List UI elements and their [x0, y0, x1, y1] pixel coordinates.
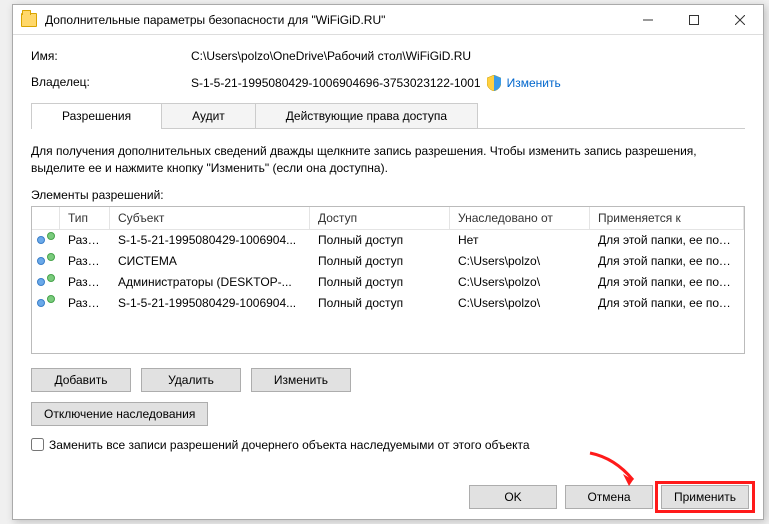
permissions-grid[interactable]: Тип Субъект Доступ Унаследовано от Приме…	[31, 206, 745, 354]
description-text: Для получения дополнительных сведений дв…	[31, 143, 745, 178]
tab-effective-access[interactable]: Действующие права доступа	[255, 103, 478, 128]
shield-icon	[487, 75, 501, 91]
close-button[interactable]	[717, 5, 763, 35]
dialog-footer: OK Отмена Применить	[469, 485, 749, 509]
tabs: Разрешения Аудит Действующие права досту…	[31, 103, 745, 129]
titlebar: Дополнительные параметры безопасности дл…	[13, 5, 763, 35]
apply-button[interactable]: Применить	[661, 485, 749, 509]
minimize-button[interactable]	[625, 5, 671, 35]
users-icon	[37, 295, 55, 311]
add-button[interactable]: Добавить	[31, 368, 131, 392]
name-value: C:\Users\polzo\OneDrive\Рабочий стол\WiF…	[191, 49, 745, 63]
tab-audit[interactable]: Аудит	[161, 103, 256, 128]
users-icon	[37, 253, 55, 269]
users-icon	[37, 274, 55, 290]
col-applies[interactable]: Применяется к	[590, 207, 744, 229]
col-subject[interactable]: Субъект	[110, 207, 310, 229]
col-icon	[32, 207, 60, 229]
disable-inheritance-button[interactable]: Отключение наследования	[31, 402, 208, 426]
tab-permissions[interactable]: Разрешения	[31, 103, 162, 128]
change-owner-link[interactable]: Изменить	[507, 76, 561, 90]
edit-button[interactable]: Изменить	[251, 368, 351, 392]
ok-button[interactable]: OK	[469, 485, 557, 509]
table-row[interactable]: Разр... S-1-5-21-1995080429-1006904... П…	[32, 293, 744, 314]
name-label: Имя:	[31, 49, 191, 63]
cancel-button[interactable]: Отмена	[565, 485, 653, 509]
col-type[interactable]: Тип	[60, 207, 110, 229]
grid-body: Разр... S-1-5-21-1995080429-1006904... П…	[32, 230, 744, 314]
table-row[interactable]: Разр... S-1-5-21-1995080429-1006904... П…	[32, 230, 744, 251]
list-label: Элементы разрешений:	[31, 188, 745, 202]
folder-icon	[21, 13, 37, 27]
col-inherited[interactable]: Унаследовано от	[450, 207, 590, 229]
grid-header: Тип Субъект Доступ Унаследовано от Приме…	[32, 207, 744, 230]
replace-child-label: Заменить все записи разрешений дочернего…	[49, 438, 530, 452]
content-area: Имя: C:\Users\polzo\OneDrive\Рабочий сто…	[13, 35, 763, 462]
window-title: Дополнительные параметры безопасности дл…	[37, 13, 625, 27]
table-row[interactable]: Разр... СИСТЕМА Полный доступ C:\Users\p…	[32, 251, 744, 272]
col-access[interactable]: Доступ	[310, 207, 450, 229]
remove-button[interactable]: Удалить	[141, 368, 241, 392]
table-row[interactable]: Разр... Администраторы (DESKTOP-... Полн…	[32, 272, 744, 293]
replace-child-checkbox[interactable]	[31, 438, 44, 451]
security-dialog: Дополнительные параметры безопасности дл…	[12, 4, 764, 520]
owner-label: Владелец:	[31, 75, 191, 91]
maximize-button[interactable]	[671, 5, 717, 35]
owner-value: S-1-5-21-1995080429-1006904696-375302312…	[191, 76, 481, 90]
users-icon	[37, 232, 55, 248]
